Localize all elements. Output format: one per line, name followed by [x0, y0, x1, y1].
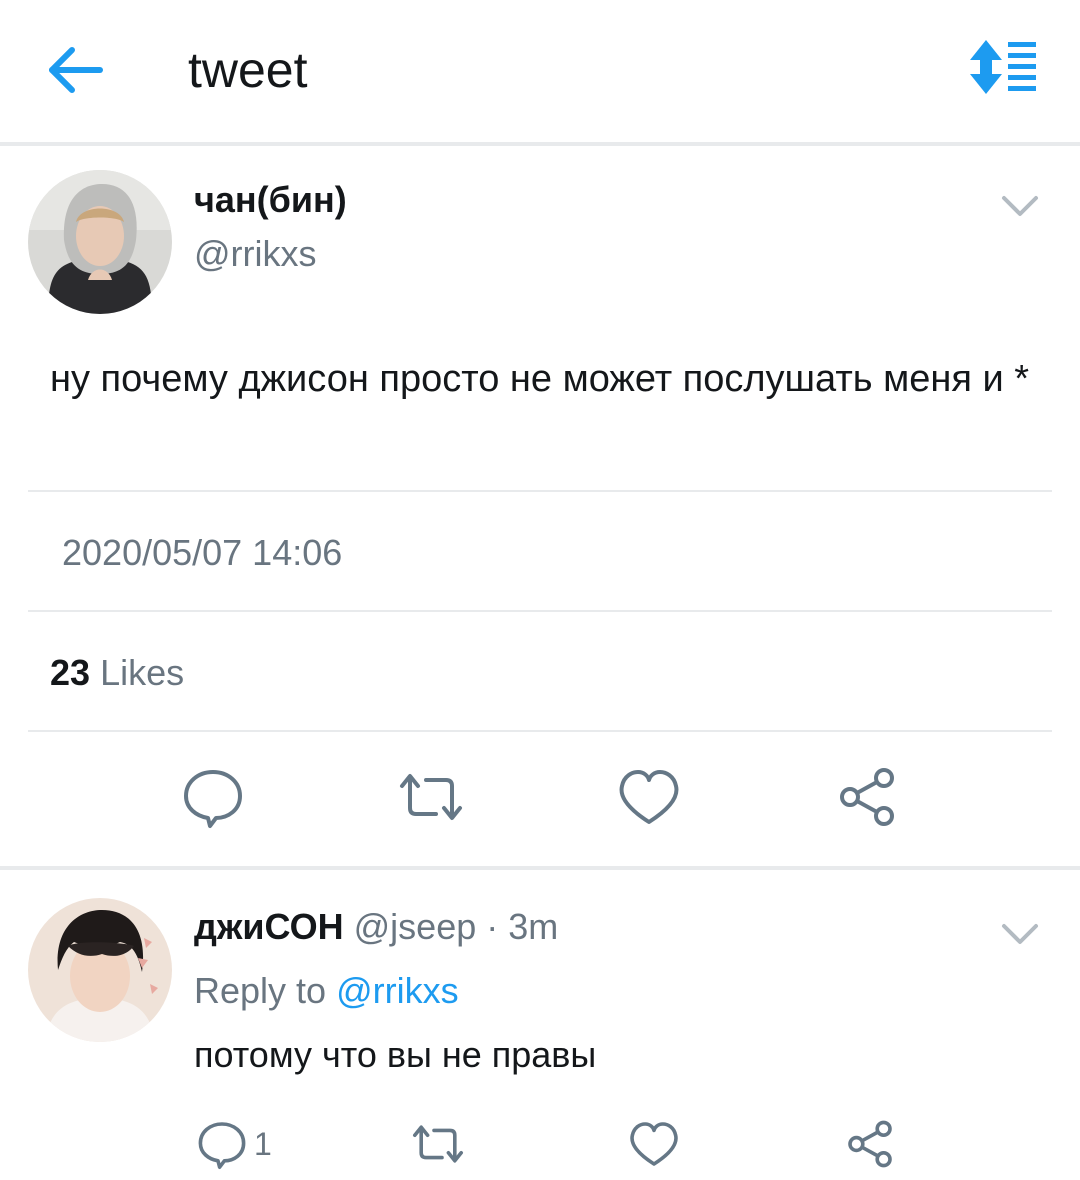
reply-to-handle-link[interactable]: @rrikxs: [336, 970, 459, 1011]
reply-icon: [198, 1122, 246, 1169]
reply-reply-button[interactable]: [194, 1116, 250, 1172]
avatar-photo: [28, 170, 172, 314]
back-arrow-icon: [49, 47, 103, 93]
reply-icon: [184, 770, 242, 828]
retweet-icon: [400, 774, 462, 820]
retweet-button[interactable]: [396, 762, 466, 832]
reply-menu-button[interactable]: [996, 918, 1044, 948]
tweet-timestamp: 2020/05/07 14:06: [62, 532, 343, 573]
retweet-icon: [413, 1125, 463, 1163]
divider: [28, 490, 1052, 492]
page-title: tweet: [188, 42, 308, 98]
like-icon: [630, 1122, 678, 1166]
like-icon: [619, 770, 679, 824]
likes-label: Likes: [100, 652, 185, 693]
reply-age: 3m: [508, 906, 559, 947]
tweet-text: ну почему джисон просто не может послуша…: [50, 358, 1030, 400]
reply-header: джиСОН @jseep · 3m: [194, 904, 558, 950]
sort-list-icon: [970, 40, 1036, 94]
reply-count: 1: [254, 1126, 272, 1162]
reply-author-handle[interactable]: @jseep: [354, 906, 477, 947]
divider: [28, 610, 1052, 612]
likes-summary[interactable]: 23 Likes: [50, 650, 184, 696]
author-handle[interactable]: @rrikxs: [194, 232, 317, 276]
reply-to-line: Reply to @rrikxs: [194, 968, 459, 1014]
separator-dot: ·: [486, 906, 499, 947]
reply-like-button[interactable]: [626, 1116, 682, 1172]
author-avatar[interactable]: [28, 170, 172, 314]
reply-text: потому что вы не правы: [194, 1034, 597, 1075]
section-divider: [0, 866, 1080, 870]
share-icon: [848, 1120, 892, 1168]
chevron-down-icon: [1002, 924, 1038, 944]
reply-author-name[interactable]: джиСОН: [194, 906, 344, 947]
share-button[interactable]: [832, 762, 902, 832]
share-icon: [840, 768, 894, 826]
reply-author-avatar[interactable]: [28, 898, 172, 1042]
avatar-photo: [28, 898, 172, 1042]
reply-button[interactable]: [178, 762, 248, 832]
tweet-menu-button[interactable]: [996, 190, 1044, 220]
reply-to-label: Reply to: [194, 970, 327, 1011]
divider: [28, 730, 1052, 732]
top-app-bar: tweet: [0, 0, 1080, 142]
header-divider: [0, 142, 1080, 146]
chevron-down-icon: [1002, 196, 1038, 216]
reply-retweet-button[interactable]: [410, 1116, 466, 1172]
sort-button[interactable]: [966, 36, 1038, 98]
author-name[interactable]: чан(бин): [194, 178, 347, 222]
like-button[interactable]: [614, 762, 684, 832]
reply-share-button[interactable]: [842, 1116, 898, 1172]
likes-count: 23: [50, 652, 91, 693]
back-button[interactable]: [44, 40, 110, 100]
